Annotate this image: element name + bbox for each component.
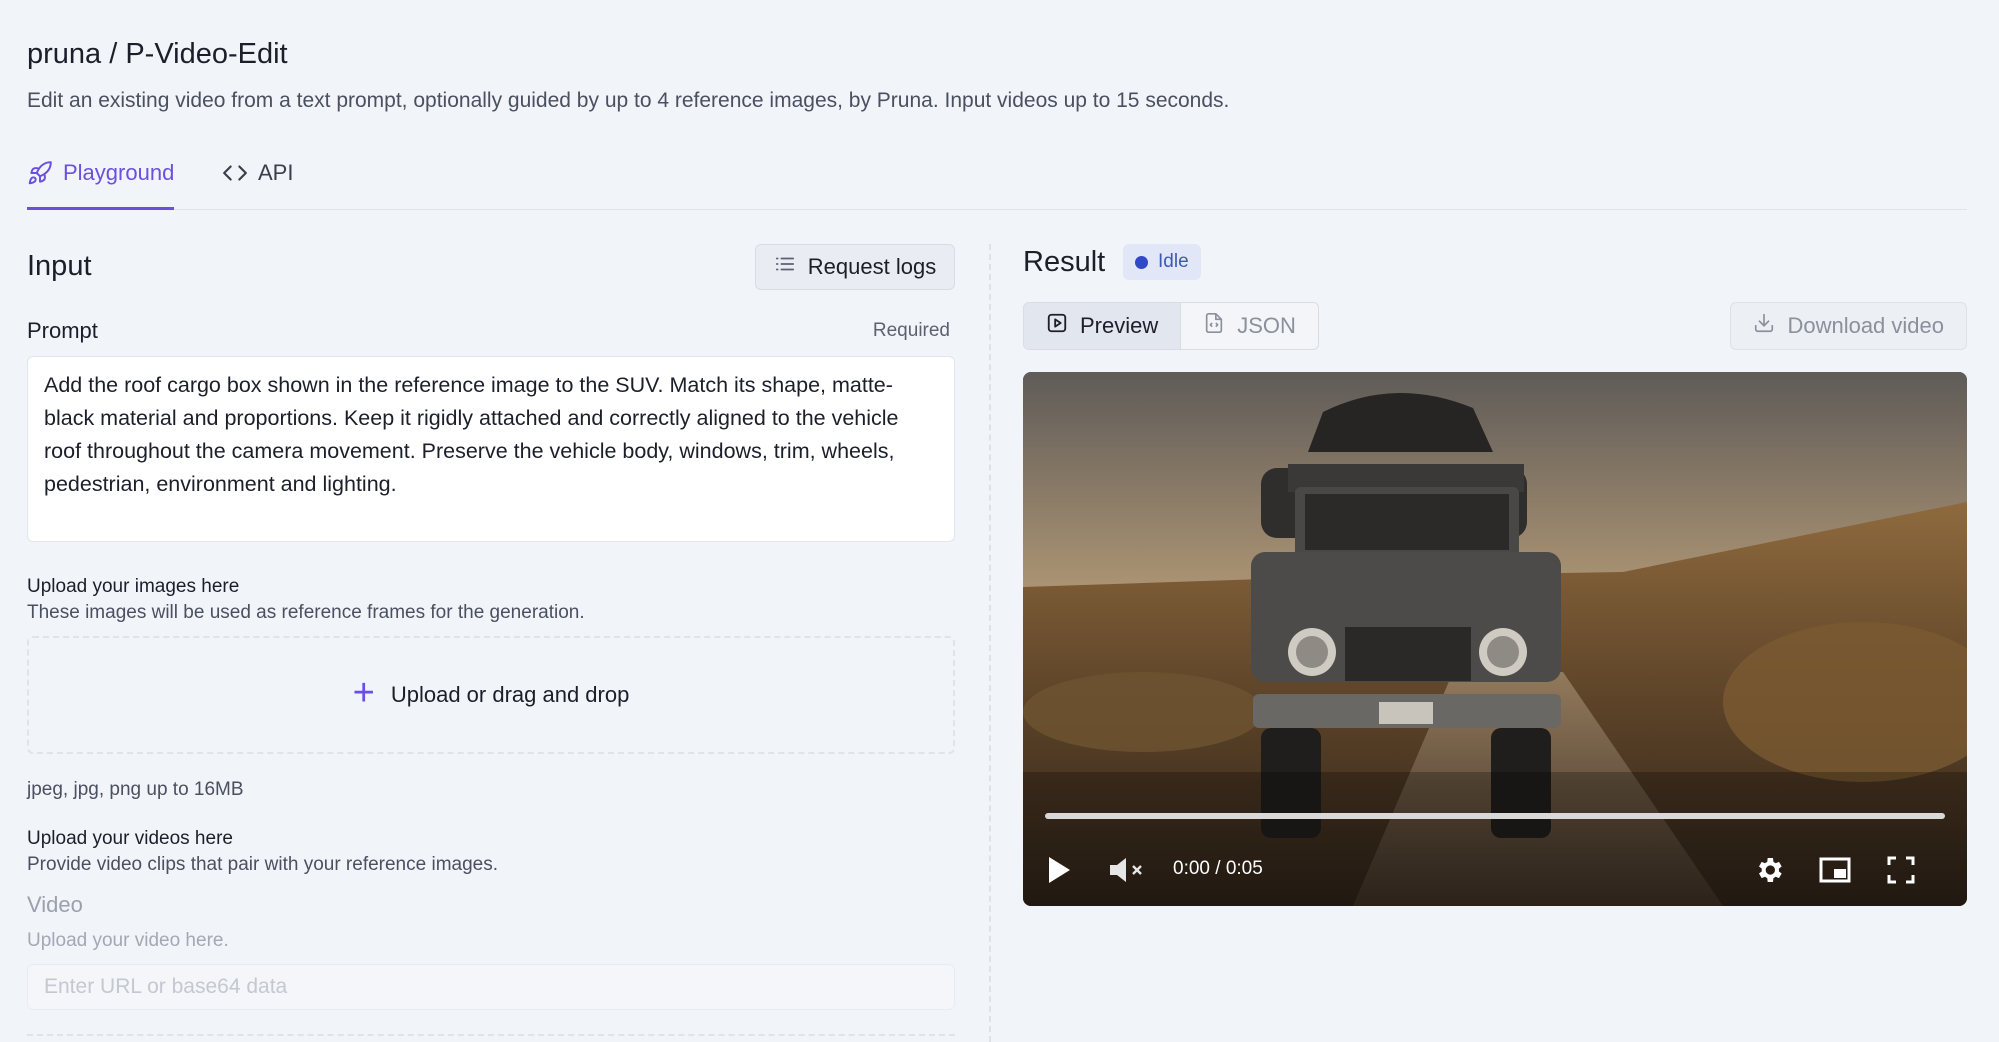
settings-button[interactable] xyxy=(1749,850,1789,890)
gear-icon xyxy=(1759,858,1782,882)
picture-in-picture-icon xyxy=(1819,857,1851,883)
video-field-hint: Upload your video here. xyxy=(27,930,229,951)
download-video-button[interactable]: Download video xyxy=(1730,302,1967,350)
tab-json-label: JSON xyxy=(1237,313,1296,338)
page-subtitle: Edit an existing video from a text promp… xyxy=(27,89,1230,112)
tab-playground[interactable]: Playground xyxy=(27,160,175,210)
play-button[interactable] xyxy=(1041,850,1077,890)
prompt-label: Prompt xyxy=(27,318,98,343)
fullscreen-button[interactable] xyxy=(1881,850,1921,890)
play-icon xyxy=(1049,857,1070,883)
file-code-icon xyxy=(1203,312,1225,340)
prompt-textarea[interactable]: Add the roof cargo box shown in the refe… xyxy=(27,356,955,542)
result-panel: Result Idle Preview JSON Download video … xyxy=(1023,236,1967,1042)
video-frame xyxy=(1023,372,1967,906)
video-field-label: Video xyxy=(27,892,83,917)
video-player[interactable]: 0:00 / 0:05 xyxy=(1023,372,1967,906)
fullscreen-icon xyxy=(1887,856,1915,884)
page-title: pruna / P-Video-Edit xyxy=(27,38,288,70)
prompt-required-text: Required xyxy=(872,320,950,341)
divider xyxy=(27,1034,955,1036)
play-square-icon xyxy=(1046,312,1068,340)
page: pruna / P-Video-Edit Edit an existing vi… xyxy=(27,0,1967,1042)
tab-bar: Playground API xyxy=(27,160,1967,210)
mute-button[interactable] xyxy=(1105,850,1149,890)
images-upload-description: These images will be used as reference f… xyxy=(27,602,585,623)
tab-json[interactable]: JSON xyxy=(1181,303,1318,349)
video-progress-bar[interactable] xyxy=(1045,813,1945,819)
download-icon xyxy=(1753,312,1775,340)
tab-api[interactable]: API xyxy=(222,160,293,210)
column-divider xyxy=(989,244,991,1042)
plus-icon: + xyxy=(352,672,375,714)
tab-api-label: API xyxy=(258,160,294,185)
video-url-input[interactable] xyxy=(27,964,955,1010)
input-heading: Input xyxy=(27,250,92,282)
download-video-label: Download video xyxy=(1787,313,1944,338)
request-logs-label: Request logs xyxy=(807,254,937,279)
status-badge: Idle xyxy=(1123,244,1201,280)
picture-in-picture-button[interactable] xyxy=(1815,850,1855,890)
images-upload-title: Upload your images here xyxy=(27,576,240,597)
dropzone-label: Upload or drag and drop xyxy=(390,682,630,707)
list-icon xyxy=(774,253,796,281)
images-formats-hint: jpeg, jpg, png up to 16MB xyxy=(27,779,244,800)
rocket-icon xyxy=(27,160,53,186)
images-dropzone[interactable]: + Upload or drag and drop xyxy=(27,636,955,754)
muted-volume-icon xyxy=(1110,858,1142,882)
status-dot-icon xyxy=(1135,255,1148,269)
videos-upload-title: Upload your videos here xyxy=(27,828,233,849)
tab-playground-label: Playground xyxy=(63,160,175,185)
input-panel: Input Request logs Prompt Required Add t… xyxy=(27,236,955,1042)
result-view-tabs: Preview JSON xyxy=(1023,302,1319,350)
code-icon xyxy=(222,160,248,186)
tab-preview-label: Preview xyxy=(1080,313,1159,338)
request-logs-button[interactable]: Request logs xyxy=(755,244,955,290)
tab-preview[interactable]: Preview xyxy=(1024,303,1182,349)
video-time: 0:00 / 0:05 xyxy=(1173,858,1263,879)
result-heading: Result xyxy=(1023,246,1106,278)
videos-upload-description: Provide video clips that pair with your … xyxy=(27,854,499,875)
status-label: Idle xyxy=(1158,251,1189,272)
